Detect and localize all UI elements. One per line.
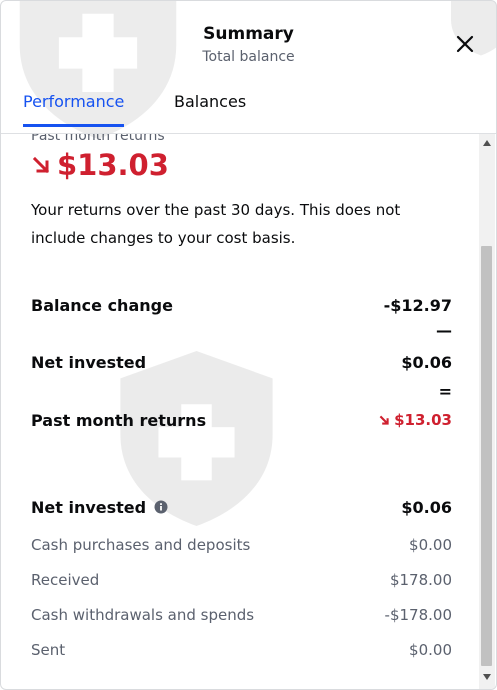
performance-panel: Past month returns $13.03 Your returns o… [1,134,479,689]
scrollbar-thumb[interactable] [481,246,492,666]
row-value: $0.06 [401,498,452,517]
vertical-scrollbar[interactable] [479,134,495,689]
return-amount: $13.03 [31,148,169,182]
dialog-subtitle: Total balance [202,49,295,65]
equals-operator: = [438,382,452,401]
arrow-down-right-icon [379,415,389,425]
return-value: $13.03 [57,148,169,182]
row-value: -$178.00 [384,606,452,624]
row-label: Cash withdrawals and spends [31,606,255,624]
row-value: $0.00 [409,536,452,554]
tab-performance[interactable]: Performance [23,92,125,127]
dialog-header: Summary Total balance [1,1,496,83]
row-label: Sent [31,641,66,659]
row-label: Cash purchases and deposits [31,536,251,554]
minus-operator: — [436,321,452,340]
row-label: Net invested [31,498,168,517]
summary-dialog: Summary Total balance Performance Balanc… [0,0,497,690]
arrow-down-right-icon [32,156,50,174]
row-label: Received [31,571,100,589]
close-icon [456,35,474,53]
tab-balances[interactable]: Balances [174,92,246,124]
close-button[interactable] [453,32,477,56]
row-label: Net invested [31,353,147,372]
row-value: -$12.97 [383,296,452,315]
tab-bar: Performance Balances [1,83,496,134]
dialog-title: Summary [203,24,294,44]
row-label: Past month returns [31,411,207,430]
row-value: $13.03 [378,411,452,429]
row-value: $0.06 [401,353,452,372]
info-icon[interactable] [154,500,168,514]
scroll-down-arrow-icon[interactable] [483,674,491,680]
row-value: $0.00 [409,641,452,659]
returns-value: $13.03 [394,411,452,429]
returns-description: Your returns over the past 30 days. This… [31,201,401,247]
period-label: Past month returns [31,134,165,144]
scroll-up-arrow-icon[interactable] [483,140,491,146]
net-invested-label: Net invested [31,498,147,517]
row-label: Balance change [31,296,173,315]
row-value: $178.00 [389,571,452,589]
